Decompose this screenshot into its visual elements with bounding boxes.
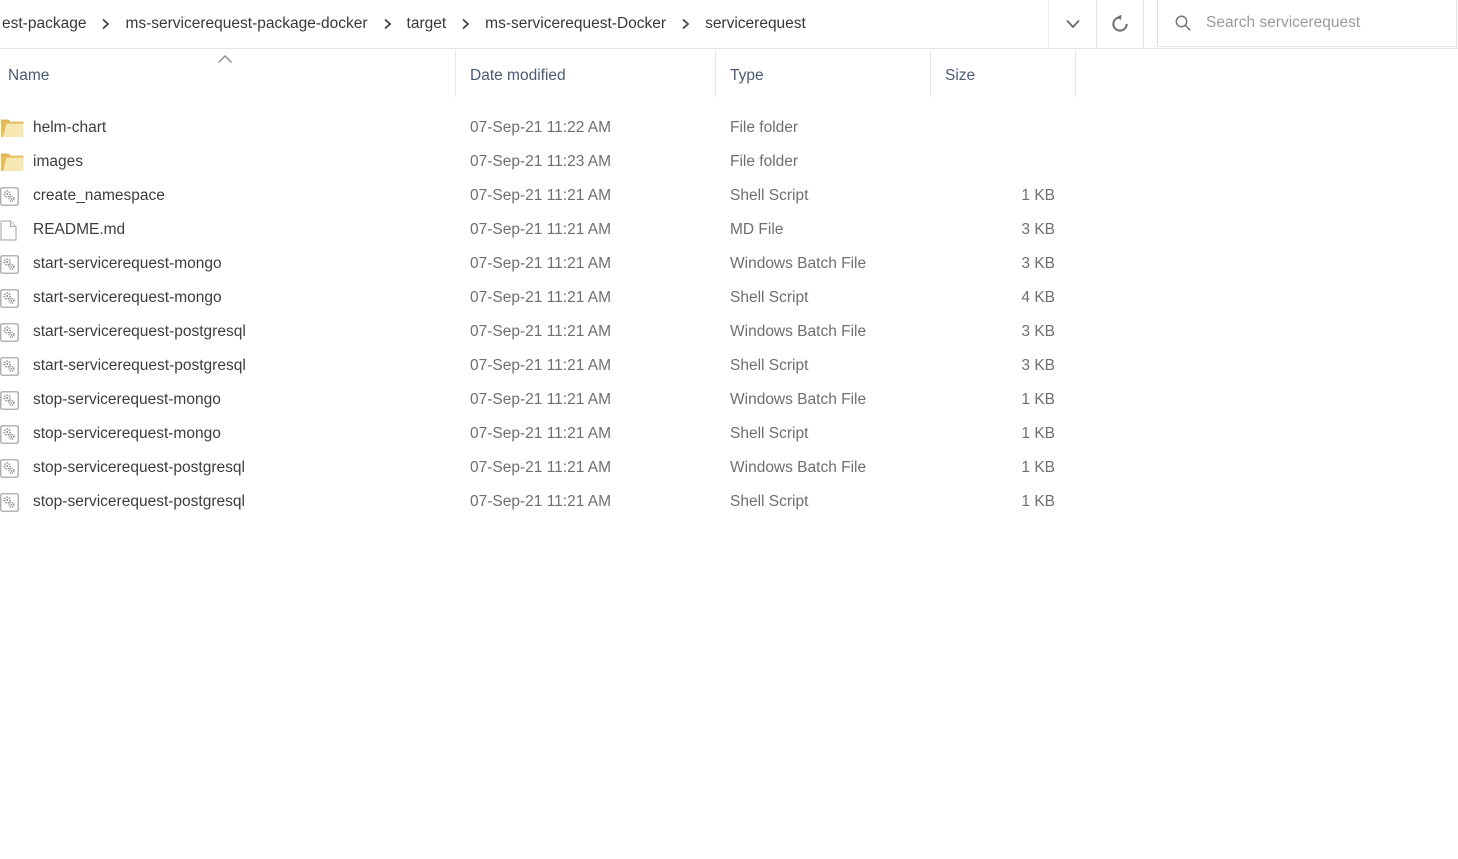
chevron-right-icon[interactable]: [681, 18, 690, 30]
search-input[interactable]: [1206, 3, 1456, 43]
column-divider[interactable]: [715, 51, 716, 97]
file-size: 1 KB: [930, 391, 1065, 409]
file-name: stop-servicerequest-mongo: [33, 391, 221, 409]
script-file-icon: [0, 391, 26, 410]
file-name: start-servicerequest-mongo: [33, 255, 222, 273]
file-date-modified: 07-Sep-21 11:21 AM: [455, 425, 715, 443]
file-date-modified: 07-Sep-21 11:21 AM: [455, 323, 715, 341]
chevron-right-icon[interactable]: [461, 18, 470, 30]
file-row[interactable]: start-servicerequest-postgresql 07-Sep-2…: [0, 349, 1458, 383]
file-date-modified: 07-Sep-21 11:21 AM: [455, 391, 715, 409]
column-header-date-modified[interactable]: Date modified: [455, 49, 715, 103]
chevron-right-icon[interactable]: [383, 18, 392, 30]
file-name: images: [33, 153, 83, 171]
file-date-modified: 07-Sep-21 11:21 AM: [455, 187, 715, 205]
file-size: 1 KB: [930, 425, 1065, 443]
breadcrumb-item[interactable]: servicerequest: [703, 15, 808, 33]
file-size: 3 KB: [930, 357, 1065, 375]
script-file-icon: [0, 187, 26, 206]
file-row[interactable]: stop-servicerequest-postgresql 07-Sep-21…: [0, 485, 1458, 519]
file-row[interactable]: start-servicerequest-mongo 07-Sep-21 11:…: [0, 247, 1458, 281]
file-size: 3 KB: [930, 221, 1065, 239]
file-name: start-servicerequest-postgresql: [33, 323, 246, 341]
script-file-icon: [0, 289, 26, 308]
file-name: start-servicerequest-postgresql: [33, 357, 246, 375]
file-size: 1 KB: [930, 459, 1065, 477]
file-type: Windows Batch File: [715, 459, 930, 477]
file-size: 1 KB: [930, 493, 1065, 511]
breadcrumb-item[interactable]: ms-servicerequest-package-docker: [123, 15, 369, 33]
file-row[interactable]: stop-servicerequest-postgresql 07-Sep-21…: [0, 451, 1458, 485]
file-date-modified: 07-Sep-21 11:21 AM: [455, 357, 715, 375]
chevron-right-icon[interactable]: [101, 18, 110, 30]
refresh-button[interactable]: [1096, 0, 1144, 48]
address-bar: est-package ms-servicerequest-package-do…: [0, 0, 1458, 49]
file-type: Windows Batch File: [715, 255, 930, 273]
breadcrumb: est-package ms-servicerequest-package-do…: [0, 0, 808, 48]
file-date-modified: 07-Sep-21 11:21 AM: [455, 289, 715, 307]
file-size: 3 KB: [930, 255, 1065, 273]
file-row[interactable]: stop-servicerequest-mongo 07-Sep-21 11:2…: [0, 417, 1458, 451]
file-size: 1 KB: [930, 187, 1065, 205]
file-type: Windows Batch File: [715, 323, 930, 341]
file-type: Shell Script: [715, 425, 930, 443]
file-row[interactable]: stop-servicerequest-mongo 07-Sep-21 11:2…: [0, 383, 1458, 417]
column-divider[interactable]: [1075, 51, 1076, 97]
file-list: helm-chart 07-Sep-21 11:22 AM File folde…: [0, 103, 1458, 519]
script-file-icon: [0, 493, 26, 512]
file-row[interactable]: images 07-Sep-21 11:23 AM File folder: [0, 145, 1458, 179]
file-type: File folder: [715, 119, 930, 137]
file-name: start-servicerequest-mongo: [33, 289, 222, 307]
file-date-modified: 07-Sep-21 11:21 AM: [455, 255, 715, 273]
file-size: 4 KB: [930, 289, 1065, 307]
file-row[interactable]: README.md 07-Sep-21 11:21 AM MD File 3 K…: [0, 213, 1458, 247]
script-file-icon: [0, 323, 26, 342]
file-type: Shell Script: [715, 187, 930, 205]
file-name: stop-servicerequest-postgresql: [33, 493, 245, 511]
column-header-size[interactable]: Size: [930, 49, 1065, 103]
column-header-type[interactable]: Type: [715, 49, 930, 103]
file-type: Shell Script: [715, 493, 930, 511]
script-file-icon: [0, 255, 26, 274]
breadcrumb-item[interactable]: ms-servicerequest-Docker: [483, 15, 668, 33]
script-file-icon: [0, 425, 26, 444]
file-type: MD File: [715, 221, 930, 239]
file-type: Shell Script: [715, 289, 930, 307]
script-file-icon: [0, 357, 26, 376]
address-history-dropdown-button[interactable]: [1048, 0, 1096, 48]
file-name: create_namespace: [33, 187, 165, 205]
file-date-modified: 07-Sep-21 11:21 AM: [455, 459, 715, 477]
refresh-icon: [1110, 14, 1130, 34]
sort-ascending-icon: [217, 51, 233, 69]
file-date-modified: 07-Sep-21 11:23 AM: [455, 153, 715, 171]
search-box: [1157, 0, 1457, 47]
file-type: File folder: [715, 153, 930, 171]
breadcrumb-item[interactable]: target: [405, 15, 449, 33]
file-name: stop-servicerequest-mongo: [33, 425, 221, 443]
folder-icon: [0, 118, 26, 138]
file-date-modified: 07-Sep-21 11:21 AM: [455, 221, 715, 239]
file-date-modified: 07-Sep-21 11:21 AM: [455, 493, 715, 511]
breadcrumb-item[interactable]: est-package: [0, 15, 88, 33]
search-icon: [1174, 14, 1192, 32]
file-row[interactable]: start-servicerequest-postgresql 07-Sep-2…: [0, 315, 1458, 349]
file-type: Shell Script: [715, 357, 930, 375]
folder-icon: [0, 152, 26, 172]
file-row[interactable]: create_namespace 07-Sep-21 11:21 AM Shel…: [0, 179, 1458, 213]
column-divider[interactable]: [455, 51, 456, 97]
column-header-row: Name Date modified Type Size: [0, 49, 1458, 103]
file-name: README.md: [33, 221, 125, 239]
column-divider[interactable]: [930, 51, 931, 97]
file-row[interactable]: start-servicerequest-mongo 07-Sep-21 11:…: [0, 281, 1458, 315]
generic-file-icon: [0, 220, 26, 241]
script-file-icon: [0, 459, 26, 478]
file-size: 3 KB: [930, 323, 1065, 341]
file-name: stop-servicerequest-postgresql: [33, 459, 245, 477]
chevron-down-icon: [1065, 19, 1081, 29]
file-type: Windows Batch File: [715, 391, 930, 409]
file-date-modified: 07-Sep-21 11:22 AM: [455, 119, 715, 137]
file-name: helm-chart: [33, 119, 106, 137]
file-row[interactable]: helm-chart 07-Sep-21 11:22 AM File folde…: [0, 111, 1458, 145]
